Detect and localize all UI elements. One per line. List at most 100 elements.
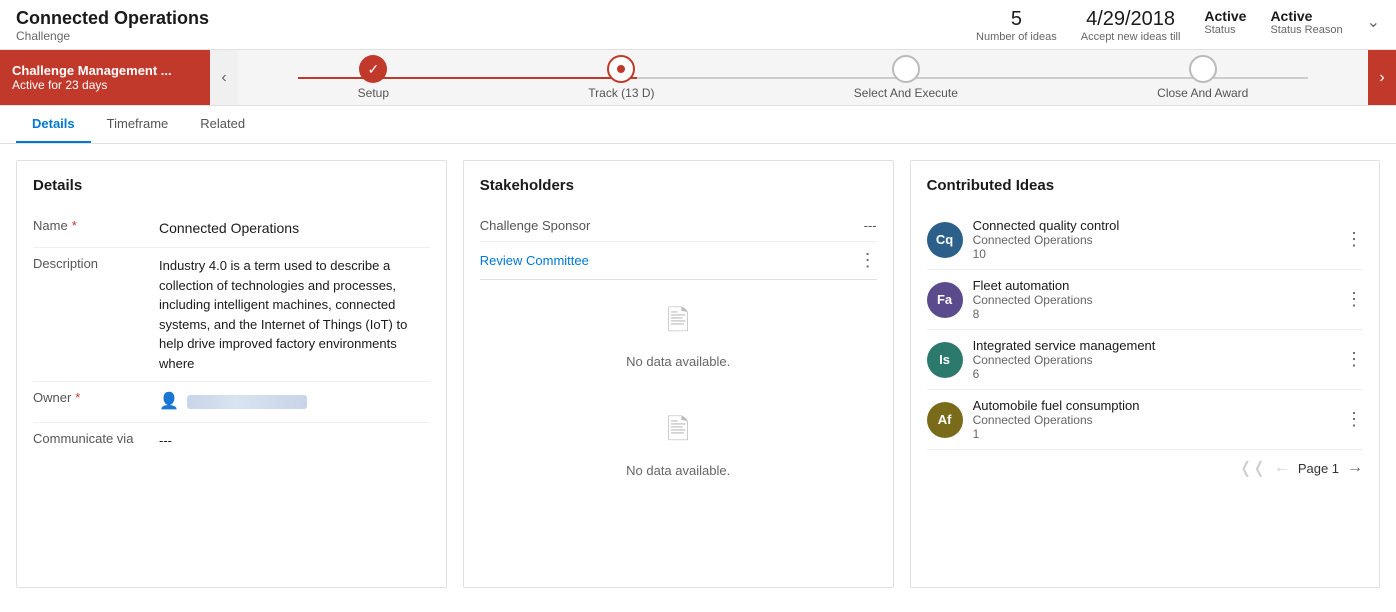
date-value: 4/29/2018 (1081, 8, 1181, 31)
date-stat: 4/29/2018 Accept new ideas till (1081, 8, 1181, 43)
idea-info: Connected quality control Connected Oper… (973, 218, 1335, 261)
idea-row: Af Automobile fuel consumption Connected… (927, 390, 1363, 450)
step-select-circle (892, 55, 920, 83)
status-item: Active Status (1204, 8, 1246, 36)
idea-subtitle: Connected Operations (973, 353, 1335, 367)
idea-title: Automobile fuel consumption (973, 398, 1335, 413)
nav-next-button[interactable]: › (1368, 50, 1396, 105)
process-bar: Challenge Management ... Active for 23 d… (0, 50, 1396, 106)
owner-field-row: Owner * 👤 (33, 382, 430, 423)
sponsor-no-data: 🖹 No data available. (480, 389, 877, 498)
pagination: ❬❬ ← Page 1 → (927, 450, 1363, 478)
idea-avatar: Is (927, 342, 963, 378)
status-reason-item: Active Status Reason (1270, 8, 1342, 36)
description-label: Description (33, 256, 143, 271)
step-setup-circle: ✓ (359, 55, 387, 83)
name-label: Name * (33, 218, 143, 233)
owner-label: Owner * (33, 390, 143, 405)
sponsor-value: --- (864, 218, 877, 233)
steps-line-active (298, 77, 637, 79)
communicate-label: Communicate via (33, 431, 143, 446)
header-left: Connected Operations Challenge (16, 8, 209, 43)
nav-prev-button[interactable]: ‹ (210, 50, 238, 105)
review-committee-menu-icon[interactable]: ⋮ (859, 250, 877, 271)
app-header: Connected Operations Challenge 5 Number … (0, 0, 1396, 50)
no-data-icon-1: 🖹 (667, 300, 690, 348)
status-reason-label: Status Reason (1270, 24, 1342, 36)
step-close: Close And Award (1157, 55, 1248, 100)
header-status: Active Status Active Status Reason ⌄ (1204, 8, 1380, 36)
details-panel: Details Name * Connected Operations Desc… (16, 160, 447, 588)
idea-count: 10 (973, 247, 1335, 261)
owner-field: 👤 (159, 390, 430, 414)
step-close-label: Close And Award (1157, 86, 1248, 100)
no-data-text-2: No data available. (626, 463, 730, 478)
idea-menu-icon[interactable]: ⋮ (1345, 349, 1363, 370)
owner-value: 👤 (159, 390, 430, 414)
status-value: Active (1204, 8, 1246, 24)
idea-count: 1 (973, 427, 1335, 441)
status-chevron-icon[interactable]: ⌄ (1367, 12, 1380, 32)
idea-info: Automobile fuel consumption Connected Op… (973, 398, 1335, 441)
idea-row: Fa Fleet automation Connected Operations… (927, 270, 1363, 330)
idea-title: Connected quality control (973, 218, 1335, 233)
idea-subtitle: Connected Operations (973, 293, 1335, 307)
step-select-label: Select And Execute (854, 86, 958, 100)
idea-avatar: Fa (927, 282, 963, 318)
stakeholders-panel-title: Stakeholders (480, 177, 877, 194)
description-value: Industry 4.0 is a term used to describe … (159, 256, 430, 373)
details-panel-title: Details (33, 177, 430, 194)
page-label: Page 1 (1298, 461, 1339, 476)
idea-subtitle: Connected Operations (973, 413, 1335, 427)
person-icon: 👤 (159, 390, 179, 414)
ideas-panel-title: Contributed Ideas (927, 177, 1363, 194)
ideas-panel: Contributed Ideas Cq Connected quality c… (910, 160, 1380, 588)
name-required-star: * (72, 218, 77, 233)
page-first-icon[interactable]: ❬❬ (1239, 458, 1266, 478)
tab-details[interactable]: Details (16, 106, 91, 143)
review-committee-no-data: 🖹 No data available. (480, 280, 877, 389)
step-setup-label: Setup (358, 86, 389, 100)
no-data-text-1: No data available. (626, 354, 730, 369)
tab-timeframe[interactable]: Timeframe (91, 106, 185, 143)
idea-count: 8 (973, 307, 1335, 321)
ideas-count-stat: 5 Number of ideas (976, 8, 1057, 43)
challenge-name: Challenge Management ... (12, 63, 198, 78)
step-track-circle (607, 55, 635, 83)
app-title: Connected Operations (16, 8, 209, 29)
no-data-icon-2: 🖹 (667, 409, 690, 457)
idea-info: Integrated service management Connected … (973, 338, 1335, 381)
status-reason-value: Active (1270, 8, 1342, 24)
ideas-count-label: Number of ideas (976, 31, 1057, 43)
owner-required-star: * (75, 390, 80, 405)
sponsor-row: Challenge Sponsor --- (480, 210, 877, 242)
name-field-row: Name * Connected Operations (33, 210, 430, 248)
app-subtitle: Challenge (16, 29, 209, 43)
review-committee-row: Review Committee ⋮ (480, 242, 877, 280)
idea-menu-icon[interactable]: ⋮ (1345, 289, 1363, 310)
idea-menu-icon[interactable]: ⋮ (1345, 409, 1363, 430)
step-select: Select And Execute (854, 55, 958, 100)
name-value: Connected Operations (159, 218, 430, 239)
page-next-icon[interactable]: → (1347, 459, 1363, 477)
idea-title: Integrated service management (973, 338, 1335, 353)
tabs-bar: Details Timeframe Related (0, 106, 1396, 144)
idea-subtitle: Connected Operations (973, 233, 1335, 247)
idea-row: Is Integrated service management Connect… (927, 330, 1363, 390)
idea-avatar: Af (927, 402, 963, 438)
idea-info: Fleet automation Connected Operations 8 (973, 278, 1335, 321)
communicate-field-row: Communicate via --- (33, 423, 430, 459)
step-track: Track (13 D) (588, 55, 654, 100)
description-field-row: Description Industry 4.0 is a term used … (33, 248, 430, 382)
step-close-circle (1189, 55, 1217, 83)
idea-avatar: Cq (927, 222, 963, 258)
challenge-info: Challenge Management ... Active for 23 d… (0, 50, 210, 105)
date-label: Accept new ideas till (1081, 31, 1181, 43)
idea-menu-icon[interactable]: ⋮ (1345, 229, 1363, 250)
challenge-days: Active for 23 days (12, 78, 198, 92)
page-prev-icon[interactable]: ← (1274, 459, 1290, 477)
owner-name-blurred (187, 395, 307, 409)
idea-title: Fleet automation (973, 278, 1335, 293)
idea-count: 6 (973, 367, 1335, 381)
tab-related[interactable]: Related (184, 106, 261, 143)
